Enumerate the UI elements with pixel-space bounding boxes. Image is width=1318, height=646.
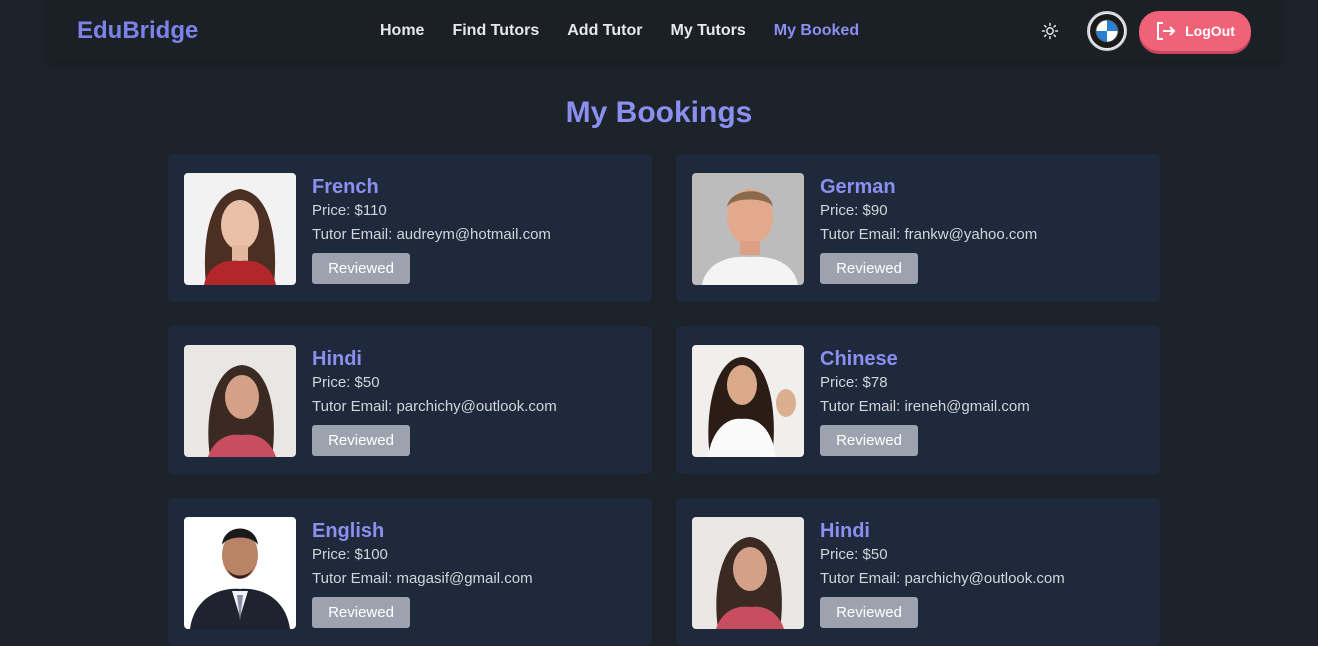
nav-links: Home Find Tutors Add Tutor My Tutors My … bbox=[380, 22, 859, 40]
reviewed-button[interactable]: Reviewed bbox=[312, 425, 410, 456]
sun-icon[interactable] bbox=[1041, 22, 1059, 40]
nav-home[interactable]: Home bbox=[380, 22, 424, 40]
avatar[interactable] bbox=[1087, 11, 1127, 51]
booking-card: German Price: $90 Tutor Email: frankw@ya… bbox=[676, 154, 1160, 302]
tutor-email: Tutor Email: magasif@gmail.com bbox=[312, 570, 533, 587]
booking-card: Hindi Price: $50 Tutor Email: parchichy@… bbox=[676, 498, 1160, 646]
bmw-logo-icon bbox=[1090, 14, 1124, 48]
nav-add-tutor[interactable]: Add Tutor bbox=[567, 22, 642, 40]
tutor-photo bbox=[692, 517, 804, 629]
reviewed-button[interactable]: Reviewed bbox=[312, 597, 410, 628]
navbar: EduBridge Home Find Tutors Add Tutor My … bbox=[48, 0, 1282, 63]
booking-subject: English bbox=[312, 520, 385, 542]
booking-card: Chinese Price: $78 Tutor Email: ireneh@g… bbox=[676, 326, 1160, 474]
reviewed-button[interactable]: Reviewed bbox=[820, 425, 918, 456]
reviewed-button[interactable]: Reviewed bbox=[820, 253, 918, 284]
booking-price: Price: $110 bbox=[312, 202, 387, 219]
nav-find-tutors[interactable]: Find Tutors bbox=[452, 22, 539, 40]
bookings-grid: French Price: $110 Tutor Email: audreym@… bbox=[168, 154, 1160, 646]
nav-my-tutors[interactable]: My Tutors bbox=[670, 22, 745, 40]
booking-subject: Hindi bbox=[820, 520, 870, 542]
booking-price: Price: $50 bbox=[312, 374, 380, 391]
tutor-photo bbox=[184, 517, 296, 629]
booking-price: Price: $90 bbox=[820, 202, 888, 219]
tutor-email: Tutor Email: ireneh@gmail.com bbox=[820, 398, 1030, 415]
booking-price: Price: $100 bbox=[312, 546, 388, 563]
tutor-email: Tutor Email: parchichy@outlook.com bbox=[312, 398, 557, 415]
logout-label: LogOut bbox=[1185, 23, 1235, 39]
reviewed-button[interactable]: Reviewed bbox=[820, 597, 918, 628]
logout-icon bbox=[1157, 22, 1176, 40]
reviewed-button[interactable]: Reviewed bbox=[312, 253, 410, 284]
tutor-email: Tutor Email: audreym@hotmail.com bbox=[312, 226, 551, 243]
tutor-photo bbox=[184, 173, 296, 285]
tutor-photo bbox=[692, 345, 804, 457]
booking-subject: German bbox=[820, 176, 896, 198]
booking-price: Price: $50 bbox=[820, 546, 888, 563]
tutor-email: Tutor Email: parchichy@outlook.com bbox=[820, 570, 1065, 587]
brand-logo[interactable]: EduBridge bbox=[77, 17, 198, 45]
tutor-photo bbox=[184, 345, 296, 457]
tutor-email: Tutor Email: frankw@yahoo.com bbox=[820, 226, 1038, 243]
booking-subject: Hindi bbox=[312, 348, 362, 370]
tutor-photo bbox=[692, 173, 804, 285]
page-title: My Bookings bbox=[565, 96, 753, 129]
booking-price: Price: $78 bbox=[820, 374, 888, 391]
booking-subject: French bbox=[312, 176, 379, 198]
booking-subject: Chinese bbox=[820, 348, 898, 370]
booking-card: English Price: $100 Tutor Email: magasif… bbox=[168, 498, 652, 646]
logout-button[interactable]: LogOut bbox=[1139, 11, 1251, 51]
booking-card: Hindi Price: $50 Tutor Email: parchichy@… bbox=[168, 326, 652, 474]
nav-my-booked[interactable]: My Booked bbox=[774, 22, 859, 40]
booking-card: French Price: $110 Tutor Email: audreym@… bbox=[168, 154, 652, 302]
